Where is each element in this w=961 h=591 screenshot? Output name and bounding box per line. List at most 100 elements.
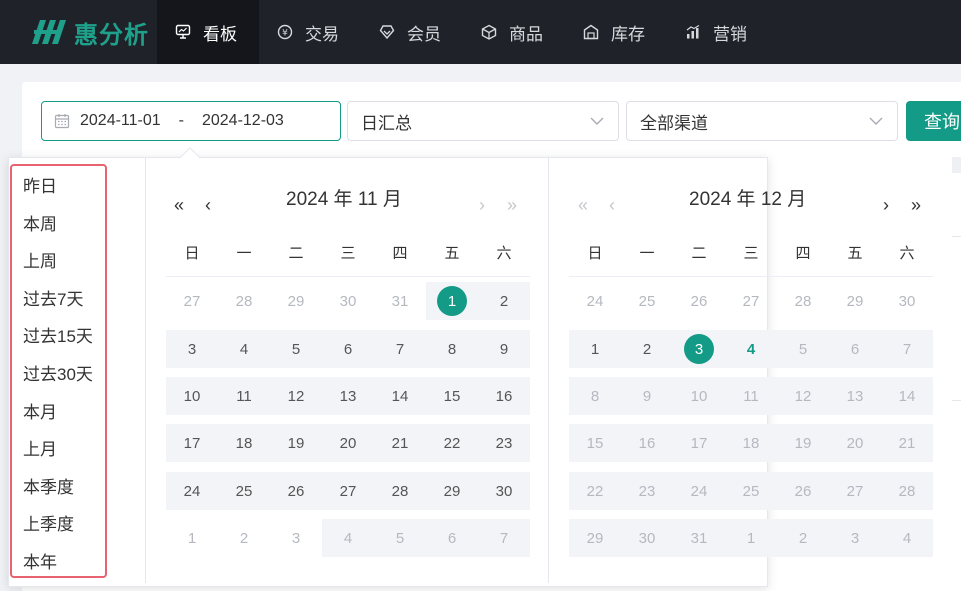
day-cell[interactable]: 18	[725, 424, 777, 462]
brand[interactable]: 惠分析	[28, 15, 149, 50]
day-cell[interactable]: 2	[777, 519, 829, 557]
day-cell[interactable]: 25	[621, 282, 673, 320]
shortcut-item[interactable]: 上季度	[23, 510, 74, 535]
day-cell[interactable]: 1	[725, 519, 777, 557]
day-cell[interactable]: 20	[829, 424, 881, 462]
day-cell[interactable]: 15	[569, 424, 621, 462]
day-cell[interactable]: 29	[829, 282, 881, 320]
day-cell[interactable]: 23	[621, 472, 673, 510]
day-cell[interactable]: 29	[426, 472, 478, 510]
day-cell[interactable]: 9	[621, 377, 673, 415]
next-month-button[interactable]: ›	[883, 196, 889, 214]
day-cell[interactable]: 6	[322, 330, 374, 368]
shortcut-item[interactable]: 本周	[23, 210, 57, 235]
shortcut-item[interactable]: 本年	[23, 548, 57, 573]
day-cell[interactable]: 17	[166, 424, 218, 462]
day-cell[interactable]: 22	[426, 424, 478, 462]
day-cell[interactable]: 17	[673, 424, 725, 462]
end-date[interactable]: 2024-12-03	[202, 112, 284, 130]
query-button[interactable]: 查询	[906, 101, 961, 141]
day-cell[interactable]: 15	[426, 377, 478, 415]
day-cell[interactable]: 29	[270, 282, 322, 320]
day-cell[interactable]: 19	[777, 424, 829, 462]
day-cell[interactable]: 30	[621, 519, 673, 557]
day-cell[interactable]: 2	[621, 330, 673, 368]
day-cell[interactable]: 3	[829, 519, 881, 557]
nav-item-member[interactable]: 会员	[361, 0, 463, 64]
day-cell[interactable]: 21	[881, 424, 933, 462]
day-cell[interactable]: 29	[569, 519, 621, 557]
day-cell[interactable]: 4	[322, 519, 374, 557]
day-cell[interactable]: 25	[725, 472, 777, 510]
day-cell[interactable]: 5	[374, 519, 426, 557]
day-cell[interactable]: 30	[322, 282, 374, 320]
day-cell[interactable]: 31	[374, 282, 426, 320]
day-cell[interactable]: 8	[569, 377, 621, 415]
day-cell[interactable]: 31	[673, 519, 725, 557]
day-cell[interactable]: 16	[478, 377, 530, 415]
nav-item-inventory[interactable]: 库存	[565, 0, 667, 64]
day-cell[interactable]: 25	[218, 472, 270, 510]
day-cell[interactable]: 18	[218, 424, 270, 462]
day-cell[interactable]: 28	[218, 282, 270, 320]
day-cell[interactable]: 27	[829, 472, 881, 510]
day-cell[interactable]: 12	[777, 377, 829, 415]
day-cell[interactable]: 27	[725, 282, 777, 320]
day-cell[interactable]: 2	[218, 519, 270, 557]
shortcut-item[interactable]: 过去7天	[23, 285, 83, 310]
day-cell[interactable]: 24	[569, 282, 621, 320]
day-cell[interactable]: 7	[374, 330, 426, 368]
day-cell[interactable]: 1	[569, 330, 621, 368]
day-cell[interactable]: 7	[881, 330, 933, 368]
next-year-button[interactable]: »	[911, 196, 921, 214]
shortcut-item[interactable]: 过去30天	[23, 360, 93, 385]
day-cell[interactable]: 23	[478, 424, 530, 462]
day-cell[interactable]: 1	[426, 282, 478, 320]
day-cell[interactable]: 4	[725, 330, 777, 368]
shortcut-item[interactable]: 本季度	[23, 473, 74, 498]
shortcut-item[interactable]: 过去15天	[23, 322, 93, 347]
day-cell[interactable]: 26	[270, 472, 322, 510]
day-cell[interactable]: 22	[569, 472, 621, 510]
day-cell[interactable]: 27	[166, 282, 218, 320]
shortcut-item[interactable]: 上月	[23, 435, 57, 460]
day-cell[interactable]: 21	[374, 424, 426, 462]
day-cell[interactable]: 4	[881, 519, 933, 557]
day-cell[interactable]: 24	[673, 472, 725, 510]
nav-item-trade[interactable]: ¥ 交易	[259, 0, 361, 64]
day-cell[interactable]: 10	[166, 377, 218, 415]
channel-select[interactable]: 全部渠道	[626, 101, 898, 141]
summary-select[interactable]: 日汇总	[347, 101, 619, 141]
day-cell[interactable]: 27	[322, 472, 374, 510]
day-cell[interactable]: 26	[673, 282, 725, 320]
day-cell[interactable]: 14	[881, 377, 933, 415]
day-cell[interactable]: 5	[270, 330, 322, 368]
day-cell[interactable]: 26	[777, 472, 829, 510]
day-cell[interactable]: 6	[426, 519, 478, 557]
prev-month-button[interactable]: ‹	[205, 196, 211, 214]
day-cell[interactable]: 28	[374, 472, 426, 510]
shortcut-item[interactable]: 上周	[23, 247, 57, 272]
shortcut-item[interactable]: 昨日	[23, 172, 57, 197]
day-cell[interactable]: 1	[166, 519, 218, 557]
day-cell[interactable]: 3	[270, 519, 322, 557]
day-cell[interactable]: 12	[270, 377, 322, 415]
day-cell[interactable]: 30	[478, 472, 530, 510]
day-cell[interactable]: 11	[725, 377, 777, 415]
day-cell[interactable]: 5	[777, 330, 829, 368]
day-cell[interactable]: 30	[881, 282, 933, 320]
day-cell[interactable]: 20	[322, 424, 374, 462]
day-cell[interactable]: 10	[673, 377, 725, 415]
day-cell[interactable]: 28	[881, 472, 933, 510]
date-range-input[interactable]: 2024-11-01 - 2024-12-03	[41, 101, 341, 141]
nav-item-dashboard[interactable]: 看板	[157, 0, 259, 64]
day-cell[interactable]: 28	[777, 282, 829, 320]
day-cell[interactable]: 13	[829, 377, 881, 415]
day-cell[interactable]: 8	[426, 330, 478, 368]
shortcut-item[interactable]: 本月	[23, 398, 57, 423]
day-cell[interactable]: 4	[218, 330, 270, 368]
day-cell[interactable]: 6	[829, 330, 881, 368]
day-cell[interactable]: 9	[478, 330, 530, 368]
day-cell[interactable]: 19	[270, 424, 322, 462]
day-cell[interactable]: 13	[322, 377, 374, 415]
